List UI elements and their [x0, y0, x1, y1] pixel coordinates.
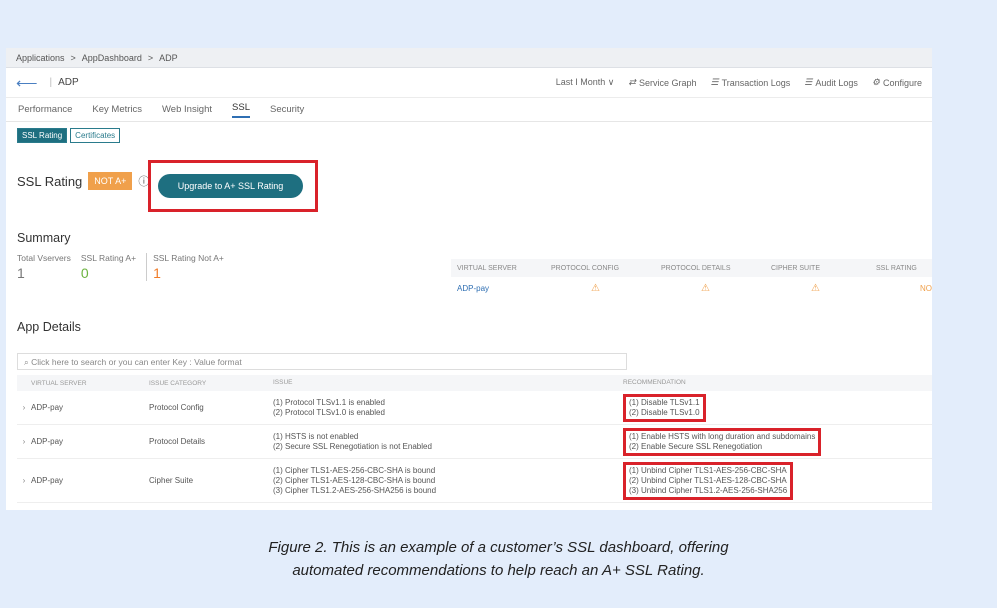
figure-caption: Figure 2. This is an example of a custom…	[268, 539, 729, 579]
table-row[interactable]: › ADP-pay Protocol Config (1) Protocol T…	[17, 391, 932, 425]
summary-stats: Total Vservers 1 SSL Rating A+ 0 SSL Rat…	[17, 253, 224, 281]
ssl-rating-row: SSL Rating NOT A+ ⓘ	[17, 172, 149, 190]
configure-button[interactable]: ⚙ Configure	[872, 77, 922, 88]
table-header: VIRTUAL SERVER PROTOCOL CONFIG PROTOCOL …	[451, 259, 932, 277]
subtab-certificates[interactable]: Certificates	[70, 128, 121, 143]
log-icon: ☰	[710, 77, 719, 87]
service-graph-button[interactable]: ⇄ Service Graph	[628, 77, 696, 88]
app-details-title: App Details	[17, 320, 81, 334]
recommendation-highlight: (1) Disable TLSv1.1 (2) Disable TLSv1.0	[623, 393, 706, 422]
details-table: VIRTUAL SERVER ISSUE CATEGORY ISSUE RECO…	[17, 375, 932, 503]
stat-total-vservers: Total Vservers 1	[17, 253, 71, 281]
arrow-left-icon[interactable]: ⟵	[16, 74, 38, 92]
tab-web-insight[interactable]: Web Insight	[162, 104, 212, 115]
summary-table: VIRTUAL SERVER PROTOCOL CONFIG PROTOCOL …	[451, 259, 932, 299]
breadcrumb-separator: >	[147, 53, 154, 63]
breadcrumb-item: ADP	[159, 53, 178, 63]
subtab-bar: SSL Rating Certificates	[6, 122, 932, 149]
table-row[interactable]: › ADP-pay Cipher Suite (1) Cipher TLS1-A…	[17, 459, 932, 503]
app-title: ADP	[58, 77, 79, 88]
table-row[interactable]: › ADP-pay Protocol Details (1) HSTS is n…	[17, 425, 932, 459]
rating-value: NO	[920, 283, 932, 293]
table-row: ADP-pay ⚠ ⚠ ⚠ NO	[451, 277, 932, 299]
summary-title: Summary	[17, 231, 71, 245]
transaction-logs-button[interactable]: ☰ Transaction Logs	[710, 77, 790, 88]
tab-performance[interactable]: Performance	[18, 104, 72, 115]
breadcrumb-separator: >	[70, 53, 76, 63]
tab-key-metrics[interactable]: Key Metrics	[92, 104, 142, 115]
warning-icon: ⚠	[811, 282, 820, 294]
settings-icon: ⚙	[871, 77, 880, 87]
dashboard-screenshot: Applications > AppDashboard > ADP ⟵ | AD…	[6, 48, 932, 510]
warning-icon: ⚠	[591, 282, 600, 294]
search-input[interactable]: ⌕ Click here to search or you can enter …	[17, 353, 627, 370]
stat-rating-a-plus: SSL Rating A+ 0	[80, 253, 137, 281]
table-header: VIRTUAL SERVER ISSUE CATEGORY ISSUE RECO…	[17, 375, 932, 391]
breadcrumb-item[interactable]: Applications	[16, 53, 65, 63]
ssl-rating-title: SSL Rating	[17, 173, 83, 189]
subtab-ssl-rating[interactable]: SSL Rating	[17, 128, 68, 143]
audit-logs-button[interactable]: ☰ Audit Logs	[804, 77, 858, 88]
upgrade-button[interactable]: Upgrade to A+ SSL Rating	[158, 174, 303, 198]
graph-icon: ⇄	[628, 77, 636, 87]
chevron-right-icon[interactable]: ›	[17, 403, 31, 412]
log-icon: ☰	[804, 77, 813, 87]
tab-security[interactable]: Security	[270, 104, 304, 115]
tab-bar: Performance Key Metrics Web Insight SSL …	[6, 98, 932, 122]
recommendation-highlight: (1) Unbind Cipher TLS1-AES-256-CBC-SHA (2…	[623, 461, 794, 500]
chevron-right-icon[interactable]: ›	[17, 437, 31, 446]
stat-rating-not-a-plus: SSL Rating Not A+ 1	[146, 253, 224, 281]
app-header: ⟵ | ADP Last I Month ∨ ⇄ Service Graph ☰ T…	[6, 68, 932, 98]
breadcrumb: Applications > AppDashboard > ADP	[6, 48, 932, 68]
tab-ssl[interactable]: SSL	[232, 102, 250, 118]
toolbar: Last I Month ∨ ⇄ Service Graph ☰ Transacti…	[556, 77, 922, 88]
breadcrumb-item[interactable]: AppDashboard	[82, 53, 142, 63]
warning-icon: ⚠	[701, 282, 710, 294]
chevron-right-icon[interactable]: ›	[17, 476, 31, 485]
time-range-select[interactable]: Last I Month ∨	[556, 77, 615, 88]
recommendation-highlight: (1) Enable HSTS with long duration and s…	[623, 427, 822, 456]
vserver-link[interactable]: ADP-pay	[451, 284, 551, 293]
status-badge: NOT A+	[88, 172, 133, 190]
